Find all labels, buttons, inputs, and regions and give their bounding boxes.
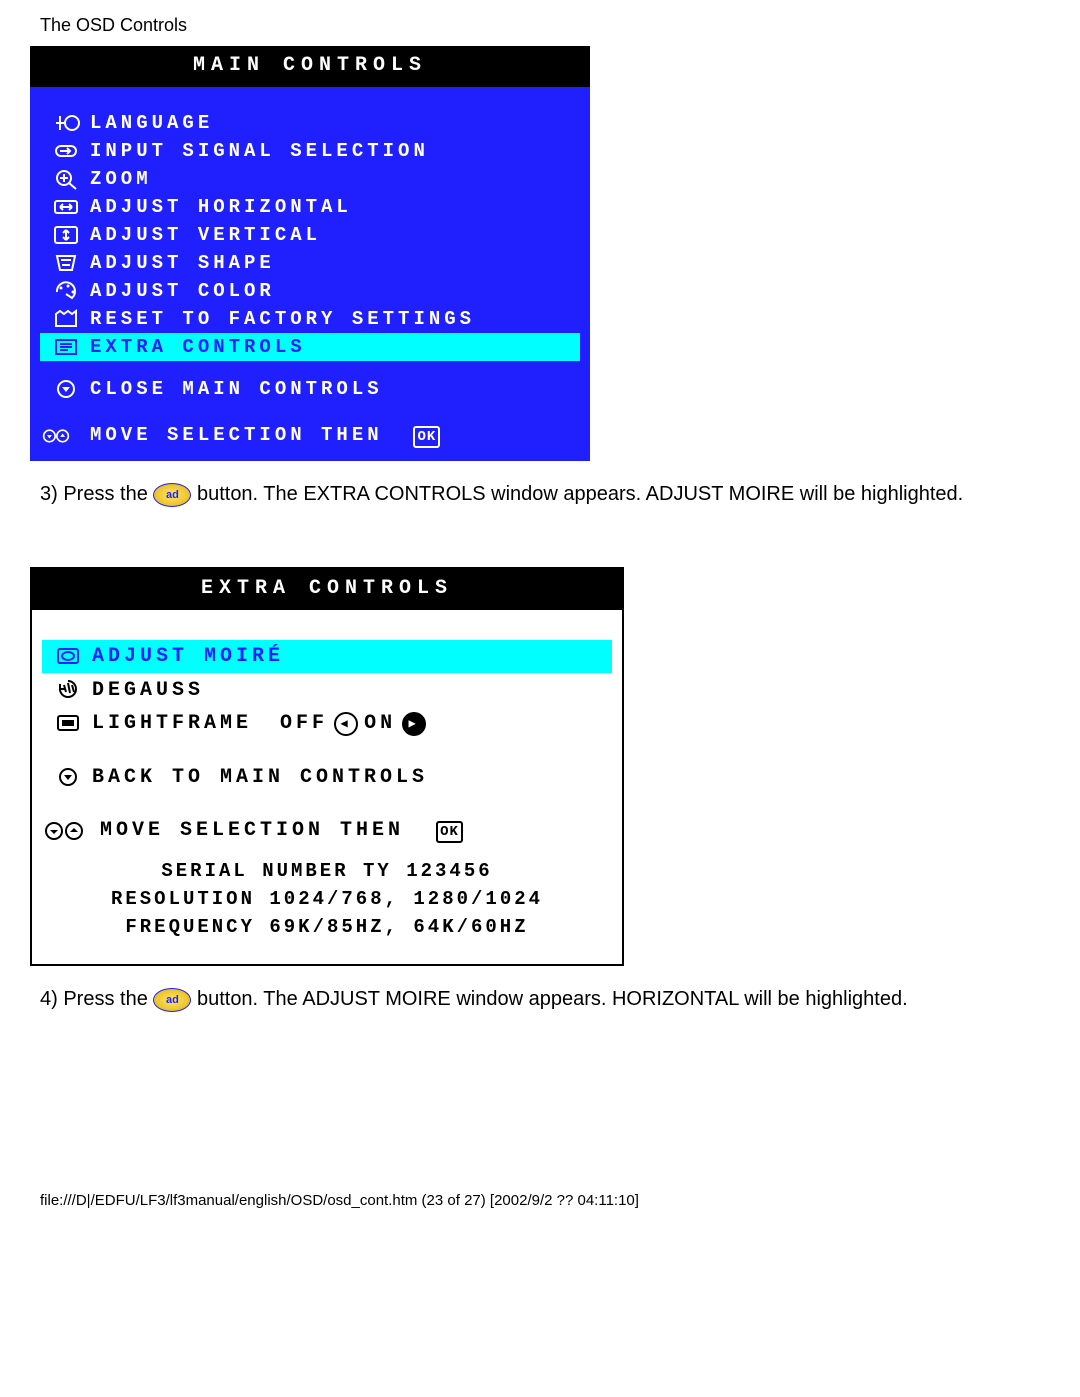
main-controls-panel: MAIN CONTROLS LANGUAGE INPUT SIGNAL SELE… xyxy=(30,46,590,461)
menu-item-adjust-vertical[interactable]: ADJUST VERTICAL xyxy=(40,221,580,249)
menu-label: INPUT SIGNAL SELECTION xyxy=(90,140,578,162)
main-controls-header: MAIN CONTROLS xyxy=(30,46,590,87)
file-path-footer: file:///D|/EDFU/LF3/lf3manual/english/OS… xyxy=(40,1192,1050,1209)
page-title: The OSD Controls xyxy=(40,15,1050,36)
step3-prefix: 3) Press the xyxy=(40,483,153,505)
menu-label: ADJUST COLOR xyxy=(90,280,578,302)
menu-item-reset-factory[interactable]: RESET TO FACTORY SETTINGS xyxy=(40,305,580,333)
menu-label: LANGUAGE xyxy=(90,112,578,134)
move-selection-hint: MOVE SELECTION THEN OK xyxy=(40,421,580,451)
lightframe-on: ON xyxy=(364,712,396,735)
menu-item-adjust-shape[interactable]: ADJUST SHAPE xyxy=(40,249,580,277)
menu-item-extra-controls[interactable]: EXTRA CONTROLS xyxy=(40,333,580,361)
hint-text: MOVE SELECTION THEN OK xyxy=(90,424,578,448)
extra-info-block: SERIAL NUMBER TY 123456 RESOLUTION 1024/… xyxy=(32,850,622,964)
step-4-text: 4) Press the ad button. The ADJUST MOIRE… xyxy=(40,986,1050,1012)
close-label: CLOSE MAIN CONTROLS xyxy=(90,378,578,400)
menu-item-degauss[interactable]: DEGAUSS xyxy=(42,673,612,706)
menu-label: DEGAUSS xyxy=(92,679,610,702)
lightframe-label: LIGHTFRAME OFF ◀ ON ▶ xyxy=(92,712,610,736)
close-main-controls[interactable]: CLOSE MAIN CONTROLS xyxy=(40,375,580,403)
menu-item-input-signal[interactable]: INPUT SIGNAL SELECTION xyxy=(40,137,580,165)
menu-label: RESET TO FACTORY SETTINGS xyxy=(90,308,578,330)
menu-item-adjust-horizontal[interactable]: ADJUST HORIZONTAL xyxy=(40,193,580,221)
language-icon xyxy=(42,112,90,134)
serial-number: SERIAL NUMBER TY 123456 xyxy=(42,860,612,882)
reset-icon xyxy=(42,308,90,330)
menu-item-adjust-color[interactable]: ADJUST COLOR xyxy=(40,277,580,305)
menu-item-zoom[interactable]: ZOOM xyxy=(40,165,580,193)
degauss-icon xyxy=(44,678,92,701)
ok-icon: OK xyxy=(413,426,440,448)
menu-item-adjust-moire[interactable]: ADJUST MOIRÉ xyxy=(42,640,612,673)
lightframe-text: LIGHTFRAME xyxy=(92,712,252,735)
menu-label: ZOOM xyxy=(90,168,578,190)
resolution-info: RESOLUTION 1024/768, 1280/1024 xyxy=(42,888,612,910)
extra-controls-header: EXTRA CONTROLS xyxy=(32,569,622,610)
step4-prefix: 4) Press the xyxy=(40,988,153,1010)
down-circle-icon xyxy=(42,378,90,400)
menu-label: ADJUST SHAPE xyxy=(90,252,578,274)
input-icon xyxy=(42,140,90,162)
vert-icon xyxy=(42,224,90,246)
hint-label: MOVE SELECTION THEN xyxy=(90,424,383,446)
lightframe-off: OFF xyxy=(280,712,328,735)
ad-button-icon: ad xyxy=(153,483,191,507)
down-circle-icon xyxy=(44,766,92,789)
back-to-main-controls[interactable]: BACK TO MAIN CONTROLS xyxy=(42,761,612,794)
hint-text: MOVE SELECTION THEN OK xyxy=(100,819,610,843)
lightframe-icon xyxy=(44,712,92,735)
back-label: BACK TO MAIN CONTROLS xyxy=(92,766,610,789)
ad-button-icon: ad xyxy=(153,988,191,1012)
ok-icon: OK xyxy=(436,821,463,843)
frequency-info: FREQUENCY 69K/85HZ, 64K/60HZ xyxy=(42,916,612,938)
moire-icon xyxy=(44,645,92,668)
step-3-text: 3) Press the ad button. The EXTRA CONTRO… xyxy=(40,481,1050,507)
menu-label: EXTRA CONTROLS xyxy=(90,336,578,358)
menu-label: ADJUST HORIZONTAL xyxy=(90,196,578,218)
move-selection-hint-extra: MOVE SELECTION THEN OK xyxy=(42,814,612,848)
hint-label: MOVE SELECTION THEN xyxy=(100,819,404,842)
extra-controls-panel: EXTRA CONTROLS ADJUST MOIRÉ DEGAUSS LI xyxy=(30,567,624,966)
color-icon xyxy=(42,280,90,302)
right-arrow-icon: ▶ xyxy=(402,712,426,736)
up-down-arrows-icon xyxy=(42,425,90,447)
menu-label: ADJUST MOIRÉ xyxy=(92,645,610,668)
left-arrow-icon: ◀ xyxy=(334,712,358,736)
up-down-arrows-icon xyxy=(44,820,100,842)
step4-suffix: button. The ADJUST MOIRE window appears.… xyxy=(197,988,908,1010)
menu-item-language[interactable]: LANGUAGE xyxy=(40,109,580,137)
shape-icon xyxy=(42,252,90,274)
horiz-icon xyxy=(42,196,90,218)
zoom-icon xyxy=(42,168,90,190)
step3-suffix: button. The EXTRA CONTROLS window appear… xyxy=(197,483,963,505)
extra-icon xyxy=(42,336,90,358)
menu-item-lightframe[interactable]: LIGHTFRAME OFF ◀ ON ▶ xyxy=(42,707,612,741)
menu-label: ADJUST VERTICAL xyxy=(90,224,578,246)
